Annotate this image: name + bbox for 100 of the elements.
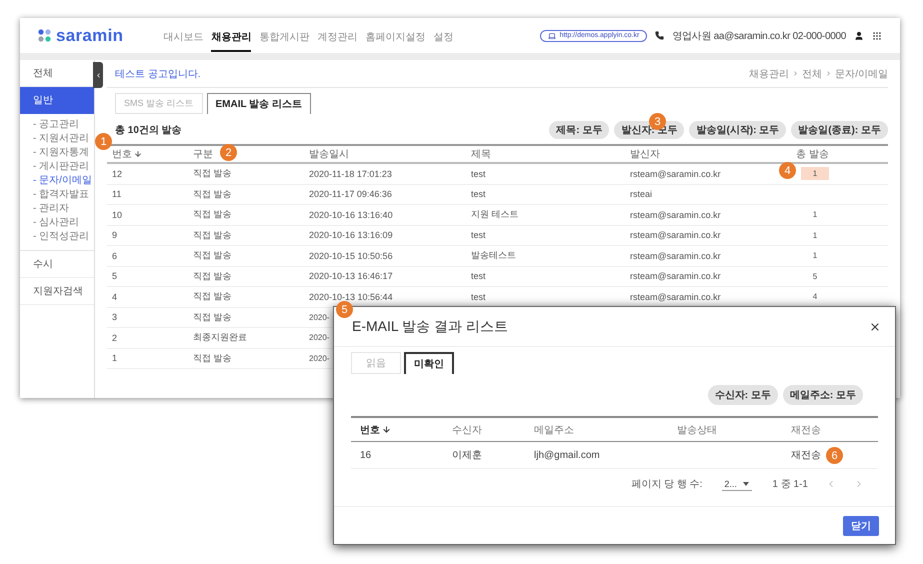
table-cell: 직접 발송 — [193, 310, 232, 324]
sidebar-item[interactable]: 지원자검색 — [20, 278, 94, 305]
table-cell-text: 5 — [812, 270, 818, 283]
table-cell: 2020-10-16 13:16:40 — [309, 210, 393, 220]
nav-item[interactable]: 설정 — [433, 20, 454, 52]
table-cell: ljh@gmail.com — [534, 450, 600, 460]
apps-icon[interactable] — [872, 30, 882, 40]
table-cell: rsteam@saramin.co.kr — [630, 271, 721, 282]
filter-chip[interactable]: 제목: 모두 — [549, 121, 610, 139]
table-cell-text: 1 — [812, 230, 818, 242]
filter-chip[interactable]: 발송일(종료): 모두 — [791, 121, 888, 139]
column-header: 발송상태 — [677, 424, 717, 436]
column-header: 메일주소 — [534, 424, 574, 436]
table-cell: rsteam@saramin.co.kr — [630, 210, 721, 220]
close-button[interactable]: 닫기 — [843, 516, 879, 536]
filter-chip[interactable]: 발송일(시작): 모두 — [689, 121, 786, 139]
rows-per-page-label: 페이지 당 행 수: — [631, 478, 702, 491]
breadcrumb-item[interactable]: 문자/이메일 — [835, 66, 888, 80]
table-cell: rsteam@saramin.co.kr — [630, 230, 721, 240]
sidebar-subitem[interactable]: - 인적성관리 — [20, 230, 94, 244]
sidebar-subitem[interactable]: - 공고관리 — [20, 118, 94, 132]
table-cell-text: 이제훈 — [452, 449, 482, 462]
filter-chip[interactable]: 메일주소: 모두 — [782, 385, 863, 405]
table-cell: test — [471, 189, 486, 200]
table-cell: 5 — [112, 271, 118, 282]
logo-text: saramin — [56, 26, 124, 46]
table-cell: rsteam@saramin.co.kr — [630, 168, 721, 179]
table-cell: 4 — [112, 292, 118, 302]
table-cell: 2020- — [309, 333, 330, 342]
column-header: 구분 — [193, 148, 213, 161]
contact-text: 영업사원 aa@saramin.co.kr 02-000-0000 — [672, 30, 846, 42]
table-cell: test — [471, 168, 486, 179]
sort-arrow-icon — [134, 150, 142, 158]
chevron-icon — [825, 70, 832, 77]
table-cell-text: 1 — [812, 209, 818, 222]
table-cell: 2020-10-15 10:50:56 — [309, 250, 393, 261]
table-cell: 직접 발송 — [193, 290, 232, 304]
sidebar-item[interactable]: 수시 — [20, 251, 94, 278]
column-header: 총 발송 — [796, 148, 829, 161]
phone-icon — [655, 31, 664, 40]
laptop-icon — [548, 32, 556, 40]
logo-icon — [38, 28, 52, 42]
breadcrumb-item[interactable]: 전체 — [802, 66, 822, 80]
table-cell: 12 — [112, 168, 122, 179]
tab[interactable]: EMAIL 발송 리스트 — [206, 93, 311, 114]
nav-item[interactable]: 계정관리 — [317, 20, 358, 52]
table-cell: 9 — [112, 230, 118, 240]
filter-chip[interactable]: 수신자: 모두 — [708, 385, 778, 405]
table-cell: 2 — [112, 332, 118, 343]
rows-per-page-select[interactable]: 2... — [722, 478, 752, 490]
sidebar-item[interactable]: 일반 — [20, 87, 94, 114]
table-cell: 직접 발송 — [193, 208, 232, 222]
table-cell: 16 — [360, 450, 372, 460]
nav-item[interactable]: 대시보드 — [163, 20, 204, 52]
user-icon[interactable] — [854, 30, 864, 40]
table-cell: 10 — [112, 210, 122, 220]
table-cell: 2020-11-18 17:01:23 — [309, 168, 392, 179]
sort-arrow-icon — [382, 425, 391, 434]
nav-item[interactable]: 홈페이지설정 — [365, 20, 426, 52]
table-cell: 2020-10-13 10:56:44 — [309, 292, 393, 302]
close-icon[interactable] — [869, 320, 881, 332]
table-cell: 2020-11-17 09:46:36 — [309, 189, 392, 200]
table-cell-text: 1 — [812, 250, 818, 262]
sidebar-subitem[interactable]: - 심사관리 — [20, 216, 94, 230]
collapse-button[interactable] — [93, 62, 103, 88]
table-cell-text: 4 — [812, 291, 818, 304]
table-cell: 11 — [112, 189, 122, 200]
tab[interactable]: 미확인 — [404, 352, 454, 374]
dialog-title: E-MAIL 발송 결과 리스트 — [352, 318, 508, 336]
nav-item[interactable]: 통합게시판 — [259, 20, 310, 52]
sidebar-subitem[interactable]: - 지원서관리 — [20, 132, 94, 146]
sidebar-subitem[interactable]: - 문자/이메일 — [20, 174, 94, 188]
table-cell: 직접 발송 — [193, 228, 232, 242]
table-cell: 최종지원완료 — [193, 331, 247, 344]
page-range: 1 중 1-1 — [772, 478, 808, 491]
summary-text: 총 10건의 발송 — [115, 124, 182, 137]
table-cell: 직접 발송 — [193, 188, 232, 201]
column-header[interactable]: 번호 — [360, 422, 391, 436]
table-cell: rsteam@saramin.co.kr — [630, 292, 721, 302]
sidebar-subitem[interactable]: - 게시판관리 — [20, 160, 94, 174]
table-cell: 발송테스트 — [471, 249, 516, 262]
table-cell: 6 — [112, 250, 118, 261]
table-cell: 3 — [112, 312, 118, 322]
column-header: 발신자 — [630, 148, 660, 161]
sidebar-subitem[interactable]: - 관리자 — [20, 202, 94, 216]
column-header: 재전송 — [791, 424, 821, 436]
table-cell: 2020- — [309, 312, 330, 322]
table-cell: 1 — [112, 353, 118, 364]
table-cell: test — [471, 292, 486, 302]
column-header[interactable]: 번호 — [112, 147, 142, 161]
table-cell: 직접 발송 — [193, 167, 232, 180]
breadcrumb-item[interactable]: 채용관리 — [749, 66, 790, 80]
table-cell: 직접 발송 — [193, 249, 232, 262]
page-title: 테스트 공고입니다. — [115, 68, 201, 80]
column-header: 제목 — [471, 148, 491, 161]
resend-link[interactable]: 재전송 — [791, 448, 821, 462]
sidebar-subitem[interactable]: - 합격자발표 — [20, 188, 94, 202]
sidebar-subitem[interactable]: - 지원자통계 — [20, 146, 94, 160]
caret-icon — [742, 482, 749, 486]
table-cell: 직접 발송 — [193, 352, 232, 365]
